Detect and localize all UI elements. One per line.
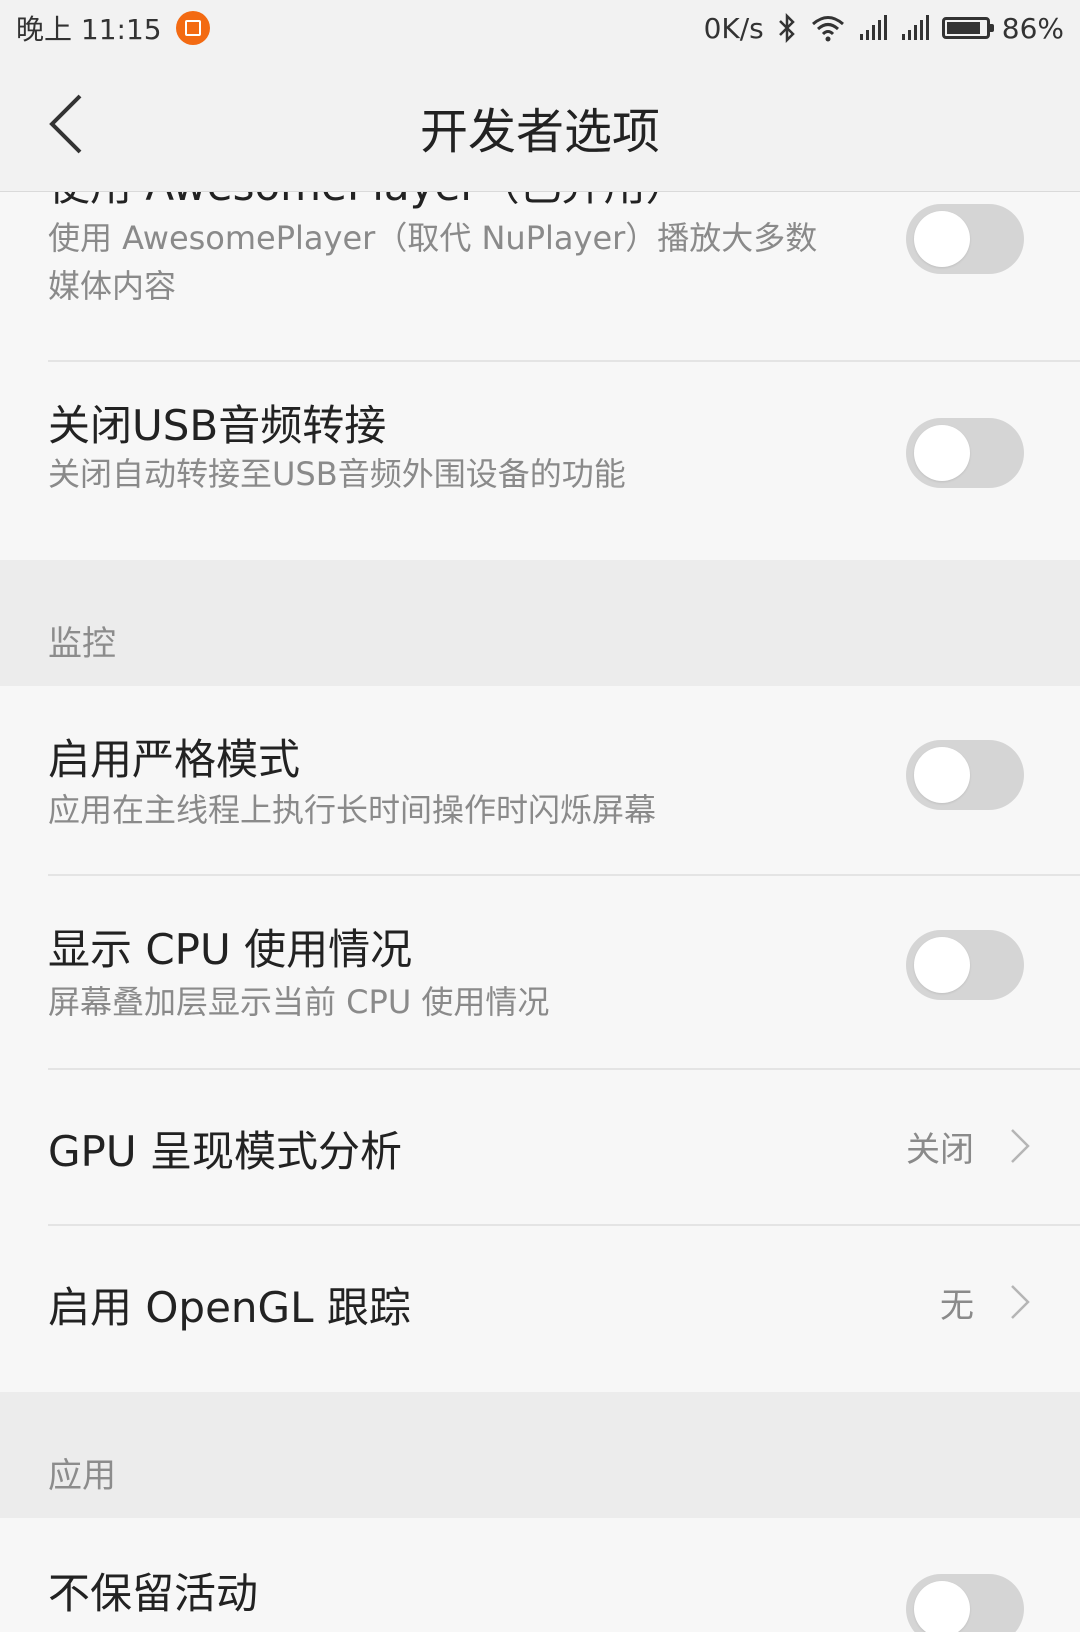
setting-title: 启用 OpenGL 跟踪 — [48, 1283, 411, 1332]
setting-title: 使用 AwesomePlayer（已弃用） — [48, 192, 688, 213]
settings-list[interactable]: 使用 AwesomePlayer（已弃用） 使用 AwesomePlayer（取… — [0, 192, 1080, 1632]
setting-subtitle: 关闭自动转接至USB音频外围设备的功能 — [48, 455, 626, 493]
usb-audio-toggle[interactable] — [906, 418, 1024, 488]
chevron-right-icon — [1011, 1129, 1030, 1163]
setting-title: 启用严格模式 — [48, 735, 301, 784]
net-speed: 0K/s — [703, 11, 764, 45]
wifi-icon — [811, 16, 844, 42]
setting-title: GPU 呈现模式分析 — [48, 1127, 402, 1176]
strict-mode-toggle[interactable] — [906, 740, 1024, 810]
battery-icon — [941, 17, 994, 39]
battery-text: 86% — [1001, 11, 1064, 45]
app-bar: 开发者选项 — [0, 56, 1080, 192]
section-header-apps: 应用 — [0, 1392, 1080, 1518]
bluetooth-icon — [778, 12, 795, 44]
chevron-right-icon — [1011, 1285, 1030, 1319]
setting-opengl-trace[interactable]: 启用 OpenGL 跟踪 无 — [0, 1226, 1080, 1380]
setting-title: 显示 CPU 使用情况 — [48, 925, 413, 974]
setting-value: 关闭 — [906, 1130, 974, 1170]
signal-icon — [859, 15, 887, 40]
status-left: 晚上 11:15 — [16, 8, 210, 48]
setting-usb-audio[interactable]: 关闭USB音频转接 关闭自动转接至USB音频外围设备的功能 — [0, 362, 1080, 560]
setting-strict-mode[interactable]: 启用严格模式 应用在主线程上执行长时间操作时闪烁屏幕 — [0, 686, 1080, 874]
app-notification-icon — [175, 11, 210, 45]
awesomeplayer-toggle[interactable] — [906, 204, 1024, 274]
status-right: 0K/s 86% — [692, 12, 1064, 45]
dont-keep-activities-toggle[interactable] — [906, 1574, 1024, 1632]
setting-gpu-profile[interactable]: GPU 呈现模式分析 关闭 — [0, 1070, 1080, 1224]
setting-subtitle: 应用在主线程上执行长时间操作时闪烁屏幕 — [48, 791, 657, 829]
setting-dont-keep-activities[interactable]: 不保留活动 — [0, 1518, 1080, 1632]
section-header-monitoring: 监控 — [0, 560, 1080, 686]
setting-cpu-usage[interactable]: 显示 CPU 使用情况 屏幕叠加层显示当前 CPU 使用情况 — [0, 876, 1080, 1068]
status-bar: 晚上 11:15 0K/s 86% — [0, 0, 1080, 56]
section-title: 监控 — [48, 624, 116, 664]
status-time: 晚上 11:15 — [16, 13, 162, 46]
section-title: 应用 — [48, 1456, 116, 1496]
setting-title: 不保留活动 — [48, 1569, 259, 1618]
signal-icon — [901, 15, 929, 40]
cpu-usage-toggle[interactable] — [906, 930, 1024, 1000]
setting-value: 无 — [940, 1286, 974, 1326]
setting-subtitle: 屏幕叠加层显示当前 CPU 使用情况 — [48, 983, 550, 1021]
setting-subtitle: 使用 AwesomePlayer（取代 NuPlayer）播放大多数媒体内容 — [48, 219, 818, 305]
page-title: 开发者选项 — [419, 104, 660, 160]
setting-title: 关闭USB音频转接 — [48, 401, 387, 450]
setting-awesomeplayer[interactable]: 使用 AwesomePlayer（已弃用） 使用 AwesomePlayer（取… — [0, 192, 1080, 344]
